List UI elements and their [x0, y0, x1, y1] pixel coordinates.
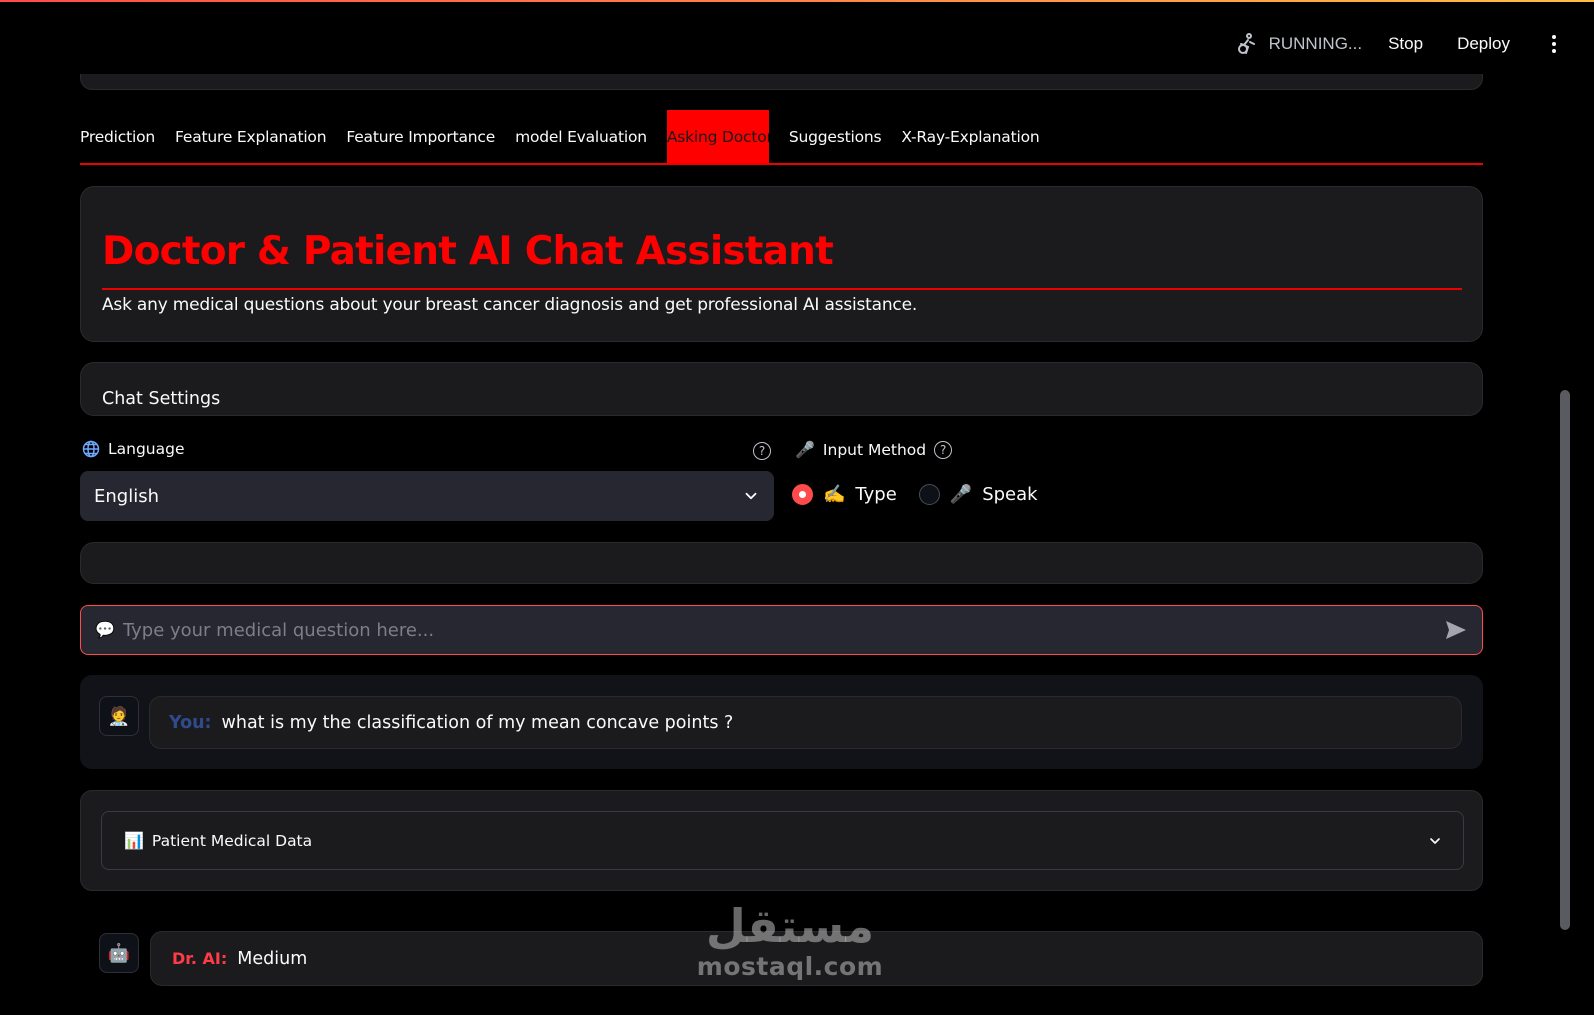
title-divider [102, 288, 1462, 290]
radio-type-label: Type [855, 484, 897, 505]
patient-data-label: Patient Medical Data [151, 831, 313, 850]
user-message-text: what is my the classification of my mean… [221, 712, 734, 733]
ai-message-bubble: Dr. AI: Medium [150, 931, 1483, 986]
language-select[interactable]: English [80, 471, 774, 521]
ai-avatar: 🤖 [99, 933, 139, 973]
language-label: Language [82, 440, 185, 458]
running-person-icon [1237, 33, 1255, 54]
chat-input[interactable] [122, 619, 1444, 641]
patient-data-card: 📊 Patient Medical Data [80, 790, 1483, 891]
globe-icon [82, 440, 100, 458]
tab-asking-doctor[interactable]: Asking Doctor [666, 110, 769, 163]
chevron-down-icon [745, 492, 757, 500]
radio-speak-dot[interactable] [918, 484, 940, 505]
radio-speak[interactable]: 🎤 Speak [918, 484, 1038, 505]
running-status-text: RUNNING... [1268, 34, 1363, 53]
send-icon[interactable] [1444, 618, 1468, 642]
language-help-icon[interactable]: ? [753, 442, 771, 460]
speech-bubble-icon: 💬 [95, 622, 115, 639]
ai-message-text: Medium [237, 948, 308, 969]
tab-feature-explanation[interactable]: Feature Explanation [175, 110, 327, 163]
user-message-prefix: You: [169, 712, 212, 733]
top-progress-line [0, 0, 1594, 2]
language-label-text: Language [108, 440, 185, 458]
empty-container [80, 542, 1483, 584]
tab-suggestions[interactable]: Suggestions [789, 110, 882, 163]
page-title: Doctor & Patient AI Chat Assistant [102, 229, 834, 274]
writing-hand-icon: ✍️ [823, 484, 846, 505]
previous-container-edge [80, 74, 1483, 90]
input-method-label: 🎤 Input Method ? [795, 440, 953, 459]
robot-icon: 🤖 [107, 942, 131, 963]
radio-speak-label: Speak [982, 484, 1038, 505]
bar-chart-icon: 📊 [124, 831, 144, 850]
microphone-icon: 🎤 [795, 440, 815, 459]
deploy-button[interactable]: Deploy [1457, 34, 1510, 54]
tab-bar: Prediction Feature Explanation Feature I… [80, 110, 1483, 165]
user-avatar: 🧑‍⚕️ [99, 696, 139, 736]
chat-settings-card: Chat Settings [80, 362, 1483, 416]
input-method-help-icon[interactable]: ? [934, 440, 953, 459]
user-message-bubble: You: what is my the classification of my… [149, 696, 1462, 749]
chevron-down-icon [1430, 837, 1440, 844]
header-card: Doctor & Patient AI Chat Assistant Ask a… [80, 186, 1483, 342]
stop-button[interactable]: Stop [1388, 34, 1423, 54]
input-method-radio-group: ✍️ Type 🎤 Speak [792, 484, 1060, 505]
microphone-icon: 🎤 [949, 484, 973, 505]
doctor-icon: 🧑‍⚕️ [107, 705, 131, 726]
main-menu-icon[interactable] [1544, 35, 1564, 53]
input-method-label-text: Input Method [822, 440, 927, 459]
page-scrollbar[interactable] [1560, 390, 1570, 930]
tab-feature-importance[interactable]: Feature Importance [346, 110, 495, 163]
chat-settings-title: Chat Settings [102, 389, 221, 409]
language-selected-value: English [94, 485, 159, 507]
tab-xray-explanation[interactable]: X-Ray-Explanation [901, 110, 1039, 163]
user-message-container: 🧑‍⚕️ You: what is my the classification … [80, 675, 1483, 769]
chat-input-box[interactable]: 💬 [80, 605, 1483, 655]
patient-data-expander[interactable]: 📊 Patient Medical Data [101, 811, 1464, 870]
page-subtitle: Ask any medical questions about your bre… [102, 295, 918, 315]
tab-prediction[interactable]: Prediction [80, 110, 155, 163]
radio-type[interactable]: ✍️ Type [792, 484, 897, 505]
radio-type-dot[interactable] [792, 484, 813, 505]
tab-model-evaluation[interactable]: model Evaluation [515, 110, 647, 163]
running-status: RUNNING... [1235, 32, 1363, 56]
ai-message-prefix: Dr. AI: [172, 949, 228, 968]
app-toolbar: RUNNING... Stop Deploy [1235, 28, 1564, 60]
